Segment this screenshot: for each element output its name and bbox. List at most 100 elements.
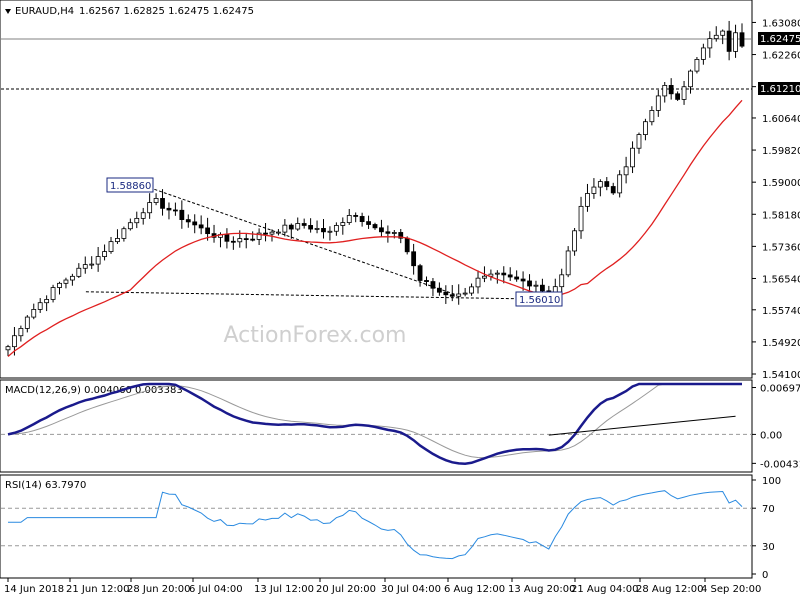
candle-body	[153, 198, 159, 203]
rsi-label: RSI(14) 63.7970	[5, 480, 86, 491]
time-tick-label: 28 Jun 20:00	[127, 584, 191, 595]
rsi-tick-label: 100	[762, 476, 781, 487]
candle-body	[726, 30, 732, 52]
chart: ActionForex.com EURAUD,H4 1.62567 1.6282…	[0, 0, 800, 595]
candle-body	[636, 134, 642, 149]
candle-body	[166, 207, 172, 211]
candle-body	[681, 86, 687, 100]
candle-body	[82, 264, 88, 269]
rsi-tick-label: 70	[762, 504, 775, 515]
macd-label: MACD(12,26,9) 0.004060 0.003383	[5, 385, 183, 396]
candle-body	[591, 186, 597, 194]
time-tick-label: 4 Sep 20:00	[701, 584, 761, 595]
candle-body	[276, 231, 281, 234]
candle-body	[140, 212, 146, 219]
rsi-panel	[0, 474, 753, 579]
candle-body	[527, 280, 532, 287]
candle-body	[224, 234, 230, 242]
candle-body	[675, 93, 681, 100]
candle-body	[436, 287, 442, 293]
candle-body	[205, 227, 210, 235]
candle-body	[565, 250, 571, 276]
candle-body	[250, 238, 256, 241]
rsi-tick-label: 30	[762, 542, 775, 553]
candle-body	[230, 240, 236, 243]
candle-body	[507, 274, 513, 278]
candle-body	[12, 335, 17, 348]
candle-body	[102, 251, 107, 257]
candle-body	[655, 95, 661, 111]
candle-body	[147, 202, 153, 214]
current-price-label: 1.62475	[760, 34, 800, 45]
candle-body	[494, 272, 500, 275]
candle-body	[572, 230, 577, 252]
candle-body	[391, 232, 397, 234]
candle-body	[372, 224, 378, 229]
candle-body	[662, 85, 668, 97]
candle-body	[340, 222, 346, 226]
candle-body	[578, 205, 584, 232]
candle-body	[37, 302, 43, 310]
candle-body	[739, 32, 745, 47]
candle-body	[630, 147, 635, 168]
chart-symbol: EURAUD,H4	[15, 6, 74, 17]
candle-body	[649, 110, 655, 123]
candle-body	[134, 217, 140, 224]
candle-body	[733, 32, 738, 52]
candle-body	[63, 279, 69, 284]
time-tick-label: 14 Jun 2018	[4, 584, 64, 595]
candle-body	[160, 198, 165, 209]
candle-body	[24, 316, 30, 329]
candle-body	[353, 215, 359, 217]
candle-body	[5, 346, 11, 351]
candle-body	[688, 70, 693, 88]
macd-tick-label: 0.00	[760, 430, 782, 441]
candle-body	[243, 238, 249, 241]
support-price-label: 1.61210	[760, 84, 800, 95]
time-tick-label: 21 Jun 12:00	[66, 584, 130, 595]
candle-body	[713, 34, 719, 40]
candle-body	[321, 228, 326, 233]
candle-body	[424, 280, 429, 282]
candle-body	[610, 186, 616, 194]
candle-body	[379, 227, 384, 233]
candle-body	[668, 85, 674, 95]
candle-body	[314, 228, 320, 230]
candle-body	[173, 209, 178, 212]
annotation-2: 1.56010	[515, 291, 563, 307]
current-price-tag: 1.62475	[758, 32, 800, 45]
price-tick-label: 1.54920	[762, 338, 800, 349]
time-tick-label: 13 Aug 20:00	[508, 584, 575, 595]
candle-body	[127, 222, 133, 230]
candle-body	[694, 59, 700, 72]
macd-axis: 0.006976 0.00 -0.00431	[752, 384, 800, 470]
price-tick-label: 1.59820	[762, 146, 800, 157]
candle-body	[385, 231, 391, 234]
candle-body	[559, 274, 565, 288]
candle-body	[185, 219, 191, 223]
candle-body	[533, 284, 539, 287]
candle-body	[462, 292, 468, 295]
price-tick-label: 1.62260	[762, 51, 800, 62]
candle-body	[295, 223, 301, 230]
candle-body	[198, 224, 204, 229]
annotation-low-label: 1.56010	[519, 295, 560, 306]
price-tick-label: 1.57360	[762, 242, 800, 253]
candle-body	[57, 282, 62, 288]
candle-body	[282, 224, 288, 233]
ohlc-header: 1.62567 1.62825 1.62475 1.62475	[79, 6, 254, 17]
candle-body	[288, 224, 294, 230]
price-tick-label: 1.63080	[762, 18, 800, 29]
candle-body	[482, 275, 487, 279]
candle-body	[115, 238, 120, 243]
time-tick-label: 13 Jul 12:00	[254, 584, 314, 595]
macd-tick-label: -0.00431	[760, 459, 800, 470]
candle-body	[520, 278, 526, 282]
candle-body	[449, 294, 455, 297]
candle-body	[501, 272, 507, 276]
annotation-high-label: 1.58860	[110, 181, 151, 192]
candle-body	[514, 276, 520, 280]
candle-body	[417, 265, 423, 281]
candle-body	[308, 225, 314, 230]
candle-body	[237, 238, 243, 243]
